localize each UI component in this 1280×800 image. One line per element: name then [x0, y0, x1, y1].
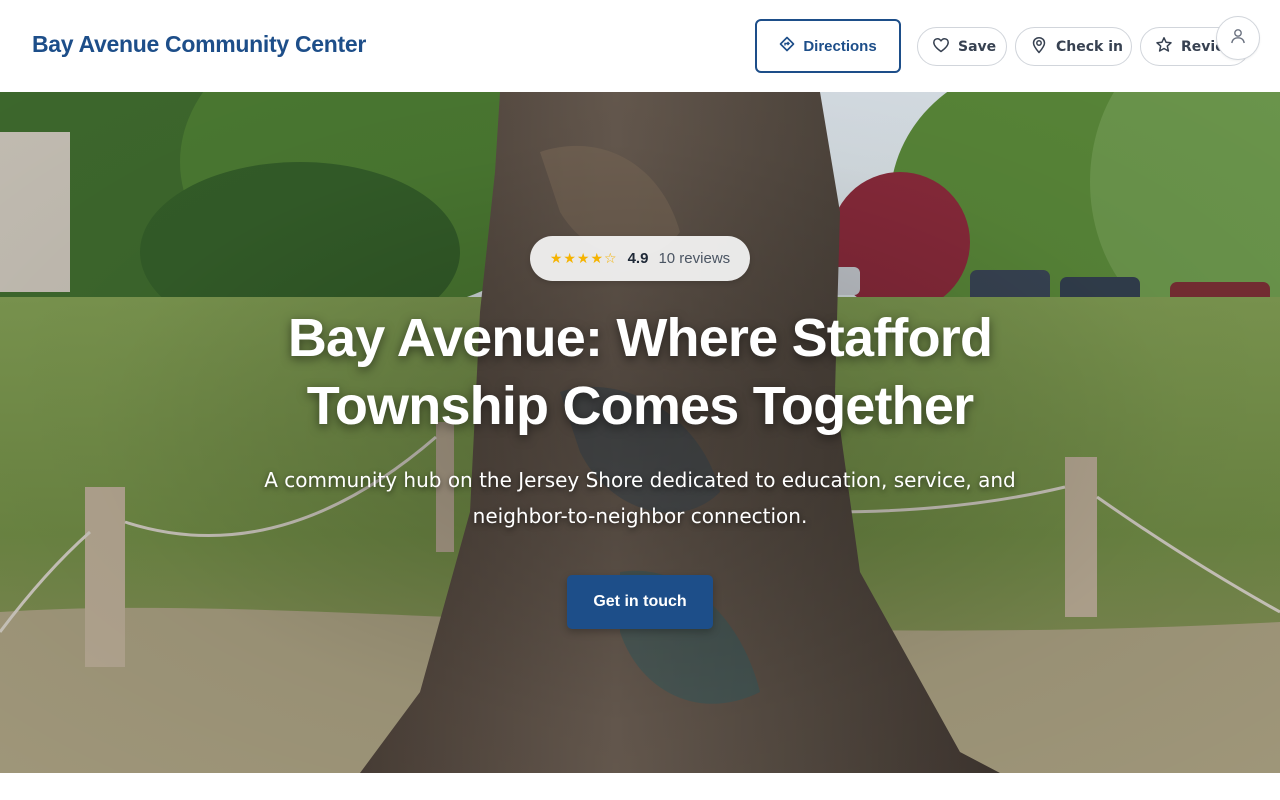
save-label: Save [958, 38, 997, 55]
review-count[interactable]: 10 reviews [658, 250, 730, 267]
check-in-button[interactable]: Check in [1015, 27, 1132, 66]
directions-button[interactable]: Directions [755, 19, 901, 73]
user-icon [1229, 27, 1247, 50]
star-icon [1155, 36, 1173, 58]
directions-icon [779, 36, 795, 56]
check-in-label: Check in [1056, 38, 1123, 55]
directions-label: Directions [803, 37, 877, 55]
get-in-touch-button[interactable]: Get in touch [567, 575, 713, 629]
site-header: Bay Avenue Community Center Directions S… [0, 0, 1280, 92]
site-title[interactable]: Bay Avenue Community Center [32, 31, 366, 58]
heart-icon [932, 36, 950, 58]
rating-value: 4.9 [627, 250, 649, 267]
account-button[interactable] [1216, 16, 1260, 60]
rating-badge: ★★★★☆ 4.9 10 reviews [530, 236, 750, 281]
rating-stars: ★★★★☆ [549, 250, 618, 267]
hero-section: ★★★★☆ 4.9 10 reviews Bay Avenue: Where S… [0, 92, 1280, 773]
hero-subtitle: A community hub on the Jersey Shore dedi… [264, 468, 1016, 528]
map-pin-icon [1030, 36, 1048, 58]
save-button[interactable]: Save [917, 27, 1007, 66]
hero-title: Bay Avenue: Where Stafford Township Come… [287, 308, 993, 436]
